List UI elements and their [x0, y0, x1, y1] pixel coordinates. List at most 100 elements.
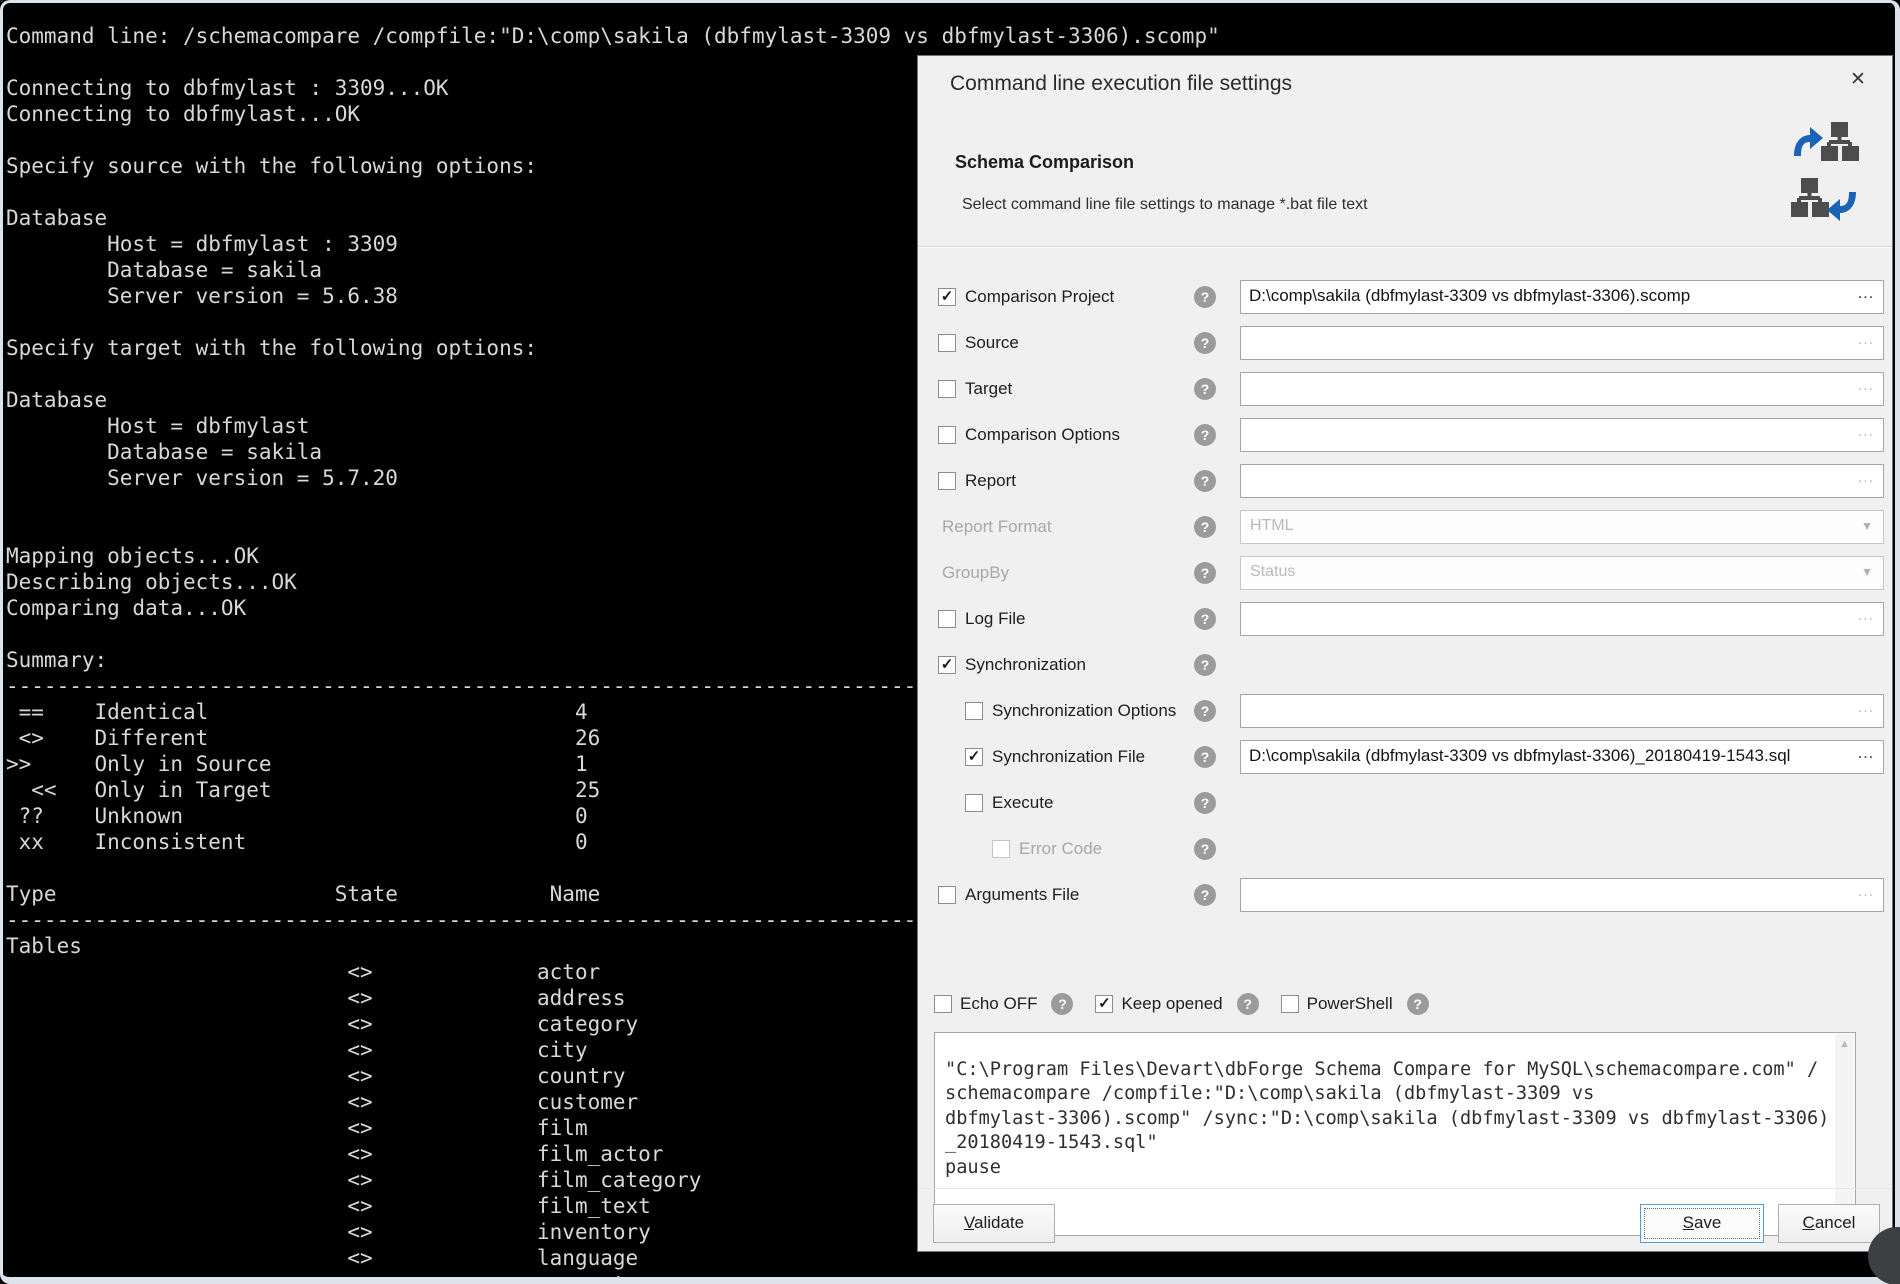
label-synchronization-options: Synchronization Options — [992, 701, 1176, 721]
validate-button[interactable]: Validate — [933, 1204, 1055, 1243]
label-keep-opened: Keep opened — [1121, 994, 1222, 1014]
help-icon[interactable]: ? — [1194, 332, 1216, 354]
input-comparison-options[interactable]: … — [1240, 418, 1884, 452]
banner-separator — [918, 246, 1892, 248]
browse-button[interactable]: … — [1857, 697, 1875, 717]
input-report[interactable]: … — [1240, 464, 1884, 498]
form-row-execute: ✓Execute? — [918, 780, 1892, 826]
save-button[interactable]: Save — [1640, 1204, 1764, 1243]
help-icon[interactable]: ? — [1194, 286, 1216, 308]
browse-button[interactable]: … — [1857, 605, 1875, 625]
settings-form: ✓ Comparison Project? D:\comp\sakila (dbfm… — [918, 274, 1892, 918]
help-icon[interactable]: ? — [1194, 516, 1216, 538]
input-source[interactable]: … — [1240, 326, 1884, 360]
form-row-comparison-options: ✓ Comparison Options? … — [918, 412, 1892, 458]
checkbox-synchronization[interactable]: ✓ — [938, 656, 956, 674]
help-icon[interactable]: ? — [1194, 746, 1216, 768]
scroll-up-icon[interactable]: ▲ — [1839, 1038, 1850, 1050]
checkbox-source[interactable]: ✓ — [938, 334, 956, 352]
browse-button[interactable]: … — [1857, 881, 1875, 901]
label-report: Report — [965, 471, 1016, 491]
checkbox-target[interactable]: ✓ — [938, 380, 956, 398]
check-icon: ✓ — [939, 289, 955, 305]
check-icon: ✓ — [1096, 996, 1112, 1012]
checkbox-execute[interactable]: ✓ — [965, 794, 983, 812]
checkbox-powershell[interactable]: ✓ — [1281, 995, 1299, 1013]
form-row-comparison-project: ✓ Comparison Project? D:\comp\sakila (dbfm… — [918, 274, 1892, 320]
close-icon[interactable]: ✕ — [1844, 66, 1872, 94]
label-comparison-project: Comparison Project — [965, 287, 1114, 307]
input-comparison-project[interactable]: D:\comp\sakila (dbfmylast-3309 vs dbfmyl… — [1240, 280, 1884, 314]
form-row-log-file: ✓ Log File? … — [918, 596, 1892, 642]
checkbox-synchronization-file[interactable]: ✓ — [965, 748, 983, 766]
check-icon: ✓ — [966, 749, 982, 765]
label-target: Target — [965, 379, 1012, 399]
check-icon: ✓ — [939, 657, 955, 673]
label-synchronization: Synchronization — [965, 655, 1086, 675]
input-log-file[interactable]: … — [1240, 602, 1884, 636]
label-report-format: Report Format — [942, 517, 1052, 537]
form-row-report-format: Report Format? HTML▼ — [918, 504, 1892, 550]
form-row-report: ✓ Report? … — [918, 458, 1892, 504]
checkbox-comparison-project[interactable]: ✓ — [938, 288, 956, 306]
browse-button[interactable]: … — [1857, 329, 1875, 349]
chevron-down-icon: ▼ — [1861, 565, 1873, 579]
browse-button[interactable]: … — [1857, 375, 1875, 395]
help-icon[interactable]: ? — [1237, 993, 1259, 1015]
form-row-synchronization: ✓ Synchronization? — [918, 642, 1892, 688]
banner-description: Select command line file settings to man… — [962, 196, 1368, 214]
browse-button[interactable]: … — [1857, 743, 1875, 763]
echo-options-row: ✓ Echo OFF? ✓ Keep opened? ✓ PowerShell? — [934, 992, 1451, 1016]
label-groupby: GroupBy — [942, 563, 1009, 583]
input-arguments-file[interactable]: … — [1240, 878, 1884, 912]
label-error-code: Error Code — [1019, 839, 1102, 859]
checkbox-arguments-file[interactable]: ✓ — [938, 886, 956, 904]
help-icon[interactable]: ? — [1194, 424, 1216, 446]
checkbox-echo-off[interactable]: ✓ — [934, 995, 952, 1013]
label-echo-off: Echo OFF — [960, 994, 1037, 1014]
bat-file-text: "C:\Program Files\Devart\dbForge Schema … — [945, 1058, 1831, 1213]
input-target[interactable]: … — [1240, 372, 1884, 406]
chevron-down-icon: ▼ — [1861, 519, 1873, 533]
schema-compare-icon — [1790, 122, 1860, 231]
command-line-settings-dialog: Command line execution file settings ✕ S… — [917, 55, 1893, 1252]
browse-button[interactable]: … — [1857, 283, 1875, 303]
form-row-synchronization-options: ✓ Synchronization Options? … — [918, 688, 1892, 734]
label-comparison-options: Comparison Options — [965, 425, 1120, 445]
buttonbar-separator — [918, 1188, 1892, 1189]
label-arguments-file: Arguments File — [965, 885, 1079, 905]
help-icon[interactable]: ? — [1194, 838, 1216, 860]
help-icon[interactable]: ? — [1194, 378, 1216, 400]
browse-button[interactable]: … — [1857, 421, 1875, 441]
help-icon[interactable]: ? — [1194, 562, 1216, 584]
form-row-source: ✓ Source? … — [918, 320, 1892, 366]
label-synchronization-file: Synchronization File — [992, 747, 1145, 767]
dropdown-report-format[interactable]: HTML▼ — [1240, 510, 1884, 544]
help-icon[interactable]: ? — [1194, 654, 1216, 676]
input-synchronization-file[interactable]: D:\comp\sakila (dbfmylast-3309 vs dbfmyl… — [1240, 740, 1884, 774]
checkbox-keep-opened[interactable]: ✓ — [1095, 995, 1113, 1013]
form-row-target: ✓ Target? … — [918, 366, 1892, 412]
help-icon[interactable]: ? — [1194, 884, 1216, 906]
schema-comparison-heading: Schema Comparison — [955, 152, 1134, 173]
checkbox-log-file[interactable]: ✓ — [938, 610, 956, 628]
browse-button[interactable]: … — [1857, 467, 1875, 487]
dropdown-groupby[interactable]: Status▼ — [1240, 556, 1884, 590]
help-icon[interactable]: ? — [1407, 993, 1429, 1015]
checkbox-error-code[interactable]: ✓ — [992, 840, 1010, 858]
checkbox-comparison-options[interactable]: ✓ — [938, 426, 956, 444]
form-row-error-code: ✓ Error Code? — [918, 826, 1892, 872]
label-source: Source — [965, 333, 1019, 353]
input-synchronization-options[interactable]: … — [1240, 694, 1884, 728]
help-icon[interactable]: ? — [1194, 792, 1216, 814]
help-icon[interactable]: ? — [1194, 700, 1216, 722]
form-row-arguments-file: ✓ Arguments File? … — [918, 872, 1892, 918]
label-powershell: PowerShell — [1307, 994, 1393, 1014]
label-log-file: Log File — [965, 609, 1025, 629]
checkbox-synchronization-options[interactable]: ✓ — [965, 702, 983, 720]
help-icon[interactable]: ? — [1194, 608, 1216, 630]
checkbox-report[interactable]: ✓ — [938, 472, 956, 490]
help-icon[interactable]: ? — [1051, 993, 1073, 1015]
help-icon[interactable]: ? — [1194, 470, 1216, 492]
cancel-button[interactable]: Cancel — [1778, 1204, 1880, 1243]
